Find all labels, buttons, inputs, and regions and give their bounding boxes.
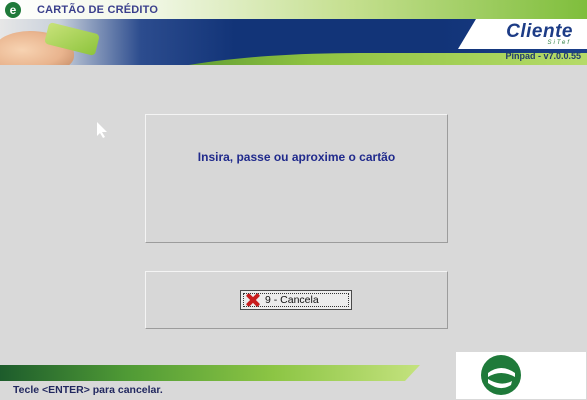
footer-green-band bbox=[0, 365, 420, 381]
header-banner: Cliente SiTef Pinpad - v7.0.0.55 bbox=[0, 19, 587, 65]
mouse-pointer-icon bbox=[97, 122, 107, 138]
footer-e-logo-icon bbox=[478, 352, 524, 398]
window-title: CARTÃO DE CRÉDITO bbox=[37, 3, 159, 16]
title-bar: e CARTÃO DE CRÉDITO bbox=[0, 0, 587, 20]
status-text: Tecle <ENTER> para cancelar. bbox=[13, 384, 163, 396]
close-icon bbox=[246, 293, 260, 307]
version-label: Pinpad - v7.0.0.55 bbox=[505, 51, 581, 61]
cancel-button[interactable]: 9 - Cancela bbox=[240, 290, 352, 310]
footer-logo-area bbox=[456, 352, 586, 399]
app-logo-icon: e bbox=[5, 1, 21, 18]
instruction-message: Insira, passe ou aproxime o cartão bbox=[197, 150, 396, 164]
brand-subtitle: SiTef bbox=[547, 40, 571, 46]
action-panel: 9 - Cancela bbox=[145, 271, 448, 329]
message-panel: Insira, passe ou aproxime o cartão bbox=[145, 114, 448, 243]
brand-logo: Cliente SiTef bbox=[458, 19, 587, 49]
cancel-button-label: 9 - Cancela bbox=[265, 294, 319, 306]
card-photo bbox=[0, 19, 150, 65]
